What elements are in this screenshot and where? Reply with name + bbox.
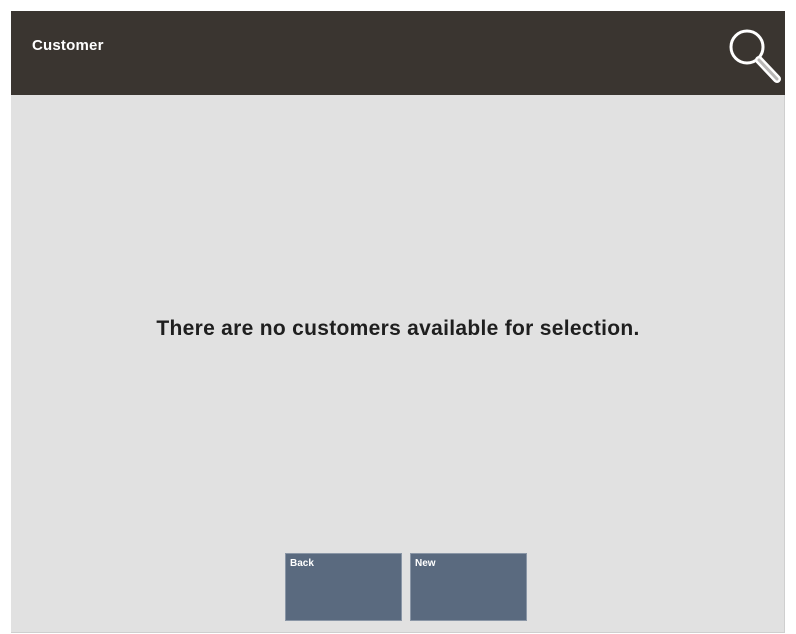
empty-state-message: There are no customers available for sel…: [156, 317, 640, 340]
customer-screen: Customer There are no customers availabl…: [11, 11, 785, 633]
header-bar: Customer: [11, 11, 785, 95]
search-button[interactable]: [723, 23, 785, 87]
page-title: Customer: [32, 37, 104, 54]
back-button-label: Back: [290, 558, 314, 569]
search-icon: [729, 29, 781, 83]
new-button[interactable]: New: [410, 553, 527, 621]
new-button-label: New: [415, 558, 436, 569]
back-button[interactable]: Back: [285, 553, 402, 621]
